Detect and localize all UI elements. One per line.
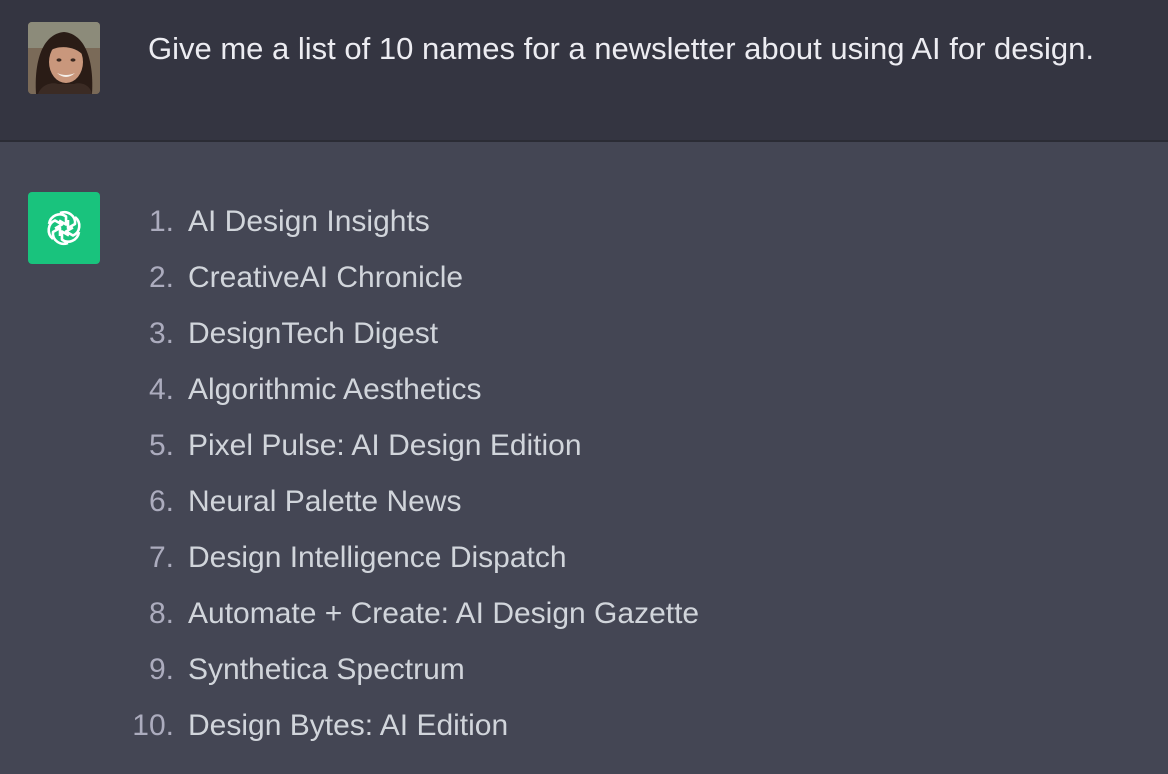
list-item-number: 4. — [148, 373, 174, 406]
user-message-text: Give me a list of 10 names for a newslet… — [148, 31, 1094, 66]
user-avatar-image — [28, 22, 100, 94]
list-item-text: Synthetica Spectrum — [188, 653, 465, 686]
list-item-number: 9. — [148, 653, 174, 686]
openai-logo-glyph — [47, 210, 81, 246]
list-item-number: 10. — [132, 709, 174, 742]
list-item-number: 2. — [148, 261, 174, 294]
list-item-text: Neural Palette News — [188, 485, 462, 518]
list-item-text: Pixel Pulse: AI Design Edition — [188, 429, 582, 462]
list-item-text: Algorithmic Aesthetics — [188, 373, 482, 406]
list-item-text: AI Design Insights — [188, 205, 430, 238]
list-item-text: CreativeAI Chronicle — [188, 261, 464, 294]
user-message-row: Give me a list of 10 names for a newslet… — [0, 0, 1168, 142]
openai-logo-icon — [28, 192, 100, 264]
list-item-text: Design Intelligence Dispatch — [188, 541, 567, 574]
list-item-number: 8. — [148, 597, 174, 630]
list-item-number: 3. — [148, 317, 174, 350]
user-avatar — [28, 22, 100, 94]
list-item-number: 6. — [148, 485, 174, 518]
list-item-number: 7. — [148, 541, 174, 574]
list-item-text: Automate + Create: AI Design Gazette — [188, 597, 700, 630]
list-item-text: Design Bytes: AI Edition — [188, 709, 509, 742]
list-item-number: 5. — [148, 429, 174, 462]
assistant-message-row: 1. AI Design Insights 2. CreativeAI Chro… — [0, 142, 1168, 774]
list-item-number: 1. — [148, 205, 174, 238]
list-item-text: DesignTech Digest — [188, 317, 439, 350]
